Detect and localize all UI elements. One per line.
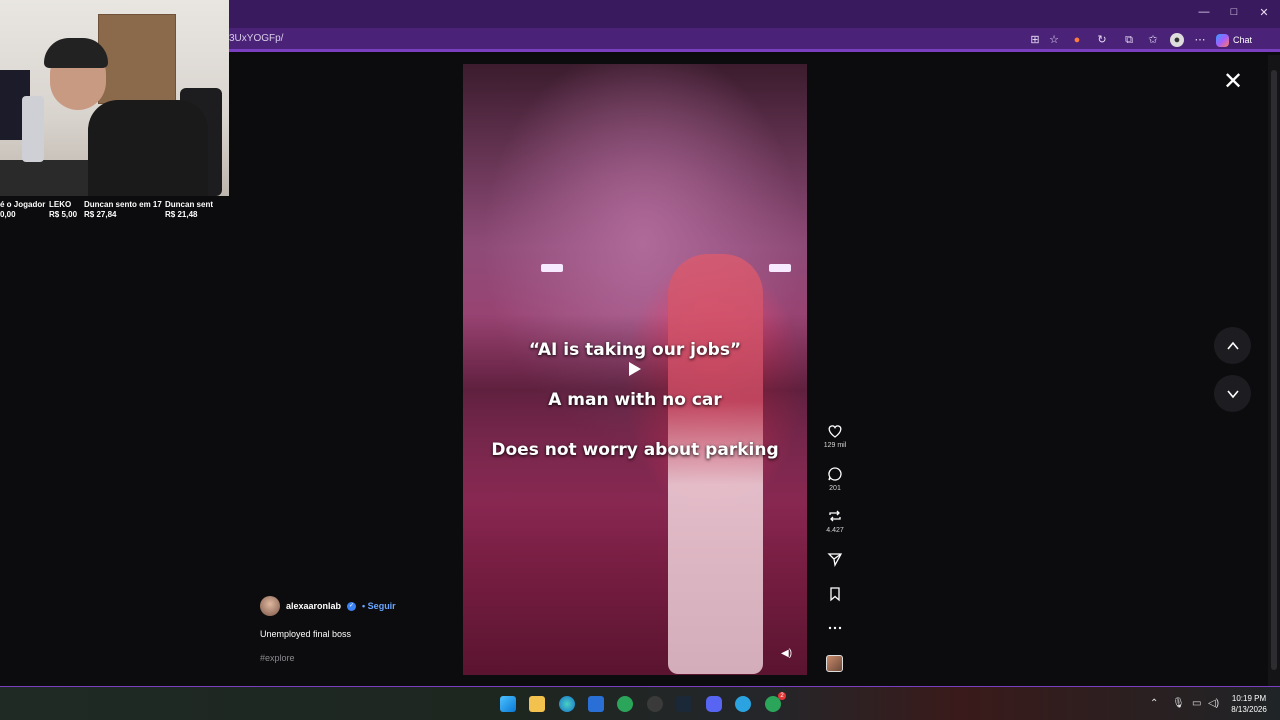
scrollbar-thumb[interactable] xyxy=(1271,70,1277,670)
favorites-icon[interactable]: ✩ xyxy=(1146,33,1160,47)
tray-chevron-up-icon[interactable]: ⌃ xyxy=(1150,698,1158,709)
audio-thumbnail[interactable] xyxy=(826,655,843,672)
extension-fox-icon[interactable]: ● xyxy=(1070,33,1084,47)
more-dots-icon xyxy=(828,626,842,630)
more-options-button[interactable] xyxy=(818,620,852,636)
system-clock[interactable]: 10:19 PM 8/13/2026 xyxy=(1226,693,1272,715)
profile-avatar-icon[interactable]: ● xyxy=(1170,33,1184,47)
donation-item: Duncan sent R$ 21,48 xyxy=(165,200,214,219)
repost-count: 4.427 xyxy=(826,527,844,534)
donation-ticker: é o Jogador 0,00 LEKO R$ 5,00 Duncan sen… xyxy=(0,200,229,222)
follow-button[interactable]: • Seguir xyxy=(362,601,396,611)
video-figure xyxy=(668,254,763,674)
person-cap xyxy=(44,38,108,68)
start-menu-icon[interactable] xyxy=(500,696,516,712)
chat-label: Chat xyxy=(1233,35,1253,45)
comment-icon xyxy=(828,467,842,481)
repost-icon xyxy=(829,510,841,522)
send-icon xyxy=(827,553,843,567)
split-screen-icon[interactable]: ⧉ xyxy=(1122,33,1136,47)
post-caption: Unemployed final boss xyxy=(260,629,352,639)
donation-item: Duncan sento em 17 R$ 27,84 xyxy=(84,200,162,219)
donation-item: LEKO R$ 5,00 xyxy=(49,200,78,219)
xbox-icon[interactable] xyxy=(617,696,633,712)
bookmark-icon xyxy=(830,587,840,602)
post-author: alexaaronlab ✓ • Seguir xyxy=(260,596,396,616)
edge-browser-icon[interactable] xyxy=(559,696,575,712)
video-caption-line: A man with no car xyxy=(548,390,722,410)
repost-button[interactable]: 4.427 xyxy=(818,508,852,534)
copilot-icon xyxy=(1216,33,1229,47)
cabinet xyxy=(98,14,176,104)
chevron-up-icon xyxy=(1226,341,1239,350)
steam-icon[interactable] xyxy=(676,696,692,712)
copilot-chat-button[interactable]: Chat xyxy=(1216,32,1252,48)
chevron-down-icon xyxy=(1226,389,1239,398)
screen: — □ ✕ 3UxYOGFp/ ⊞ ☆ ● ↻ ⧉ ✩ ● ⋯ Chat é o… xyxy=(0,0,1280,720)
outlook-icon[interactable] xyxy=(588,696,604,712)
telegram-icon[interactable] xyxy=(735,696,751,712)
heart-icon xyxy=(828,425,842,438)
url-text[interactable]: 3UxYOGFp/ xyxy=(229,33,283,44)
app-available-icon[interactable]: ⊞ xyxy=(1028,33,1042,47)
chatgpt-icon[interactable] xyxy=(647,696,663,712)
microphone-icon[interactable]: 🎙 xyxy=(1172,698,1185,709)
display-icon[interactable]: ▭ xyxy=(1192,698,1201,709)
minimize-button[interactable]: — xyxy=(1195,6,1213,18)
maximize-button[interactable]: □ xyxy=(1225,6,1243,18)
like-count: 129 mil xyxy=(823,442,847,449)
previous-post-button[interactable] xyxy=(1214,327,1251,364)
webcam-overlay xyxy=(0,0,229,196)
person-body xyxy=(88,100,208,196)
discord-icon[interactable] xyxy=(706,696,722,712)
favorite-star-icon[interactable]: ☆ xyxy=(1047,33,1061,47)
volume-icon[interactable]: ◀) xyxy=(781,648,792,659)
speaker-icon[interactable]: ◁) xyxy=(1208,698,1219,709)
save-button[interactable] xyxy=(818,586,852,602)
verified-badge-icon: ✓ xyxy=(347,601,357,611)
file-explorer-icon[interactable] xyxy=(529,696,545,712)
share-button[interactable] xyxy=(818,551,852,567)
desk xyxy=(0,160,100,196)
author-username[interactable]: alexaaronlab xyxy=(286,601,341,611)
next-post-button[interactable] xyxy=(1214,375,1251,412)
notification-badge: 2 xyxy=(778,692,786,700)
close-icon[interactable]: ✕ xyxy=(1222,70,1244,94)
comment-count: 201 xyxy=(829,485,841,492)
windows-taskbar: ⌃ 🎙 ▭ ◁) 10:19 PM 8/13/2026 xyxy=(0,686,1280,720)
video-caption-line: “AI is taking our jobs” xyxy=(528,340,742,360)
video-light xyxy=(769,264,791,272)
refresh-extension-icon[interactable]: ↻ xyxy=(1095,33,1109,47)
comment-button[interactable]: 201 xyxy=(818,466,852,492)
cans xyxy=(22,96,44,162)
like-button[interactable]: 129 mil xyxy=(818,423,852,449)
donation-item: é o Jogador 0,00 xyxy=(0,200,46,219)
video-caption-line: Does not worry about parking xyxy=(491,440,779,460)
play-icon[interactable] xyxy=(629,362,641,376)
more-options-icon[interactable]: ⋯ xyxy=(1193,33,1207,47)
video-light xyxy=(541,264,563,272)
post-hashtag[interactable]: #explore xyxy=(260,653,295,663)
author-avatar[interactable] xyxy=(260,596,280,616)
close-window-button[interactable]: ✕ xyxy=(1255,6,1273,19)
